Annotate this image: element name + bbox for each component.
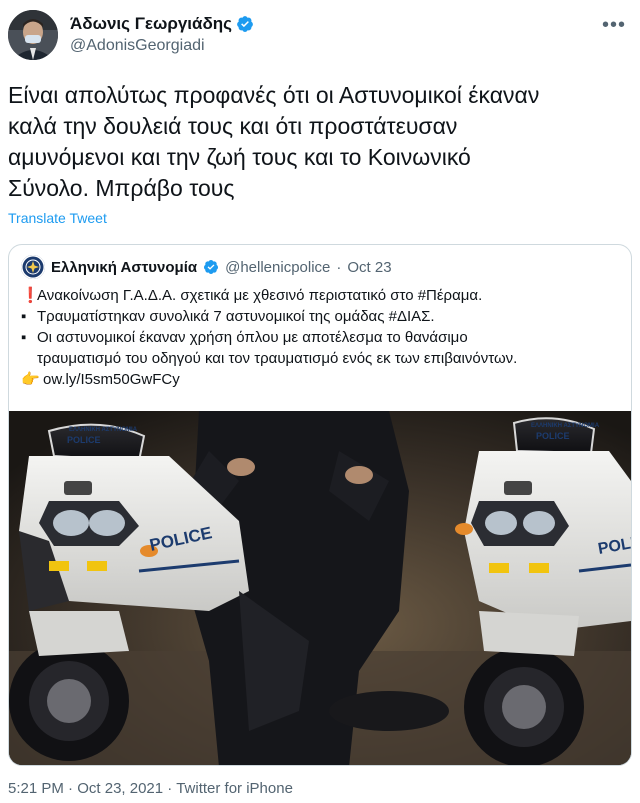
quoted-line: 👉 ow.ly/I5sm50GwFCy <box>21 369 621 390</box>
tweet-source[interactable]: Twitter for iPhone <box>176 780 293 797</box>
author-display-name[interactable]: Άδωνις Γεωργιάδης <box>70 14 232 34</box>
verified-badge-icon <box>204 260 219 274</box>
square-bullet-icon: ▪ <box>21 329 27 346</box>
quoted-tweet-text: ❗ Ανακοίνωση Γ.Α.Δ.Α. σχετικά με χθεσινό… <box>21 285 621 390</box>
quoted-tweet[interactable]: Ελληνική Αστυνομία @hellenicpolice · Oct… <box>8 244 632 766</box>
author-handle[interactable]: @AdonisGeorgiadi <box>70 37 254 55</box>
quoted-separator: · <box>336 258 342 276</box>
quoted-line: τραυματισμό του οδηγού και τον τραυματισ… <box>21 348 621 369</box>
author-names: Άδωνις Γεωργιάδης @AdonisGeorgiadi <box>70 14 254 55</box>
police-label-top-left: POLICE <box>67 435 101 445</box>
tweet-date[interactable]: Oct 23, 2021 <box>77 780 163 797</box>
tweet-time[interactable]: 5:21 PM <box>8 780 64 797</box>
tweet-text-line: Σύνολο. Μπράβο τους <box>8 175 235 201</box>
more-options-icon[interactable]: ••• <box>602 14 626 37</box>
windshield-text-right: ΕΛΛΗΝΙΚΗ ΑΣΤΥΝΟΜΙΑ <box>531 423 600 429</box>
tweet-text-line: καλά την δουλειά τους και ότι προστάτευσ… <box>8 113 458 139</box>
quoted-handle[interactable]: @hellenicpolice <box>225 259 330 276</box>
quoted-display-name[interactable]: Ελληνική Αστυνομία <box>51 259 197 276</box>
quoted-link[interactable]: ow.ly/I5sm50GwFCy <box>43 369 180 390</box>
tweet-container: Άδωνις Γεωργιάδης @AdonisGeorgiadi ••• Ε… <box>0 0 640 803</box>
quoted-line-text: τραυματισμό του οδηγού και τον τραυματισ… <box>37 350 518 367</box>
footer-separator: · <box>167 780 173 797</box>
tweet-text-line: Είναι απολύτως προφανές ότι οι Αστυνομικ… <box>8 82 540 108</box>
quoted-line-text: Ανακοίνωση Γ.Α.Δ.Α. σχετικά με χθεσινό π… <box>37 287 483 304</box>
police-motorcycles-image: ΕΛΛΗΝΙΚΗ ΑΣΤΥΝΟΜΙΑ POLICE ΕΛΛΗΝΙΚΗ ΑΣΤΥΝ… <box>9 411 631 765</box>
exclamation-icon: ❗ <box>21 287 40 304</box>
police-label-top-right: POLICE <box>536 431 570 441</box>
avatar[interactable] <box>8 10 58 60</box>
quoted-line-text: Οι αστυνομικοί έκαναν χρήση όπλου με απο… <box>37 329 468 346</box>
square-bullet-icon: ▪ <box>21 308 27 325</box>
footer-separator: · <box>68 780 74 797</box>
tweet-footer: 5:21 PM · Oct 23, 2021 · Twitter for iPh… <box>8 780 293 797</box>
quoted-date[interactable]: Oct 23 <box>347 259 391 276</box>
display-name-row: Άδωνις Γεωργιάδης <box>70 14 254 34</box>
quoted-line: ❗ Ανακοίνωση Γ.Α.Δ.Α. σχετικά με χθεσινό… <box>21 285 621 306</box>
quoted-line-text: Τραυματίστηκαν συνολικά 7 αστυνομικοί τη… <box>37 308 435 325</box>
quoted-avatar[interactable] <box>21 255 45 279</box>
avatar-image <box>8 10 58 60</box>
quoted-line: ▪ Οι αστυνομικοί έκαναν χρήση όπλου με α… <box>21 327 621 348</box>
windshield-text-left: ΕΛΛΗΝΙΚΗ ΑΣΤΥΝΟΜΙΑ <box>69 427 138 433</box>
police-emblem-icon <box>21 255 45 279</box>
quoted-line: ▪ Τραυματίστηκαν συνολικά 7 αστυνομικοί … <box>21 306 621 327</box>
tweet-text-line: αμυνόμενοι και την ζωή τους και το Κοινω… <box>8 144 471 170</box>
translate-tweet-link[interactable]: Translate Tweet <box>8 210 107 226</box>
quoted-tweet-header: Ελληνική Αστυνομία @hellenicpolice · Oct… <box>21 255 392 279</box>
verified-badge-icon <box>237 16 253 32</box>
quoted-photo[interactable]: ΕΛΛΗΝΙΚΗ ΑΣΤΥΝΟΜΙΑ POLICE ΕΛΛΗΝΙΚΗ ΑΣΤΥΝ… <box>9 411 631 765</box>
tweet-text: Είναι απολύτως προφανές ότι οι Αστυνομικ… <box>8 80 628 204</box>
pointing-hand-icon: 👉 <box>21 371 40 388</box>
tweet-header: Άδωνις Γεωργιάδης @AdonisGeorgiadi ••• <box>8 10 632 66</box>
